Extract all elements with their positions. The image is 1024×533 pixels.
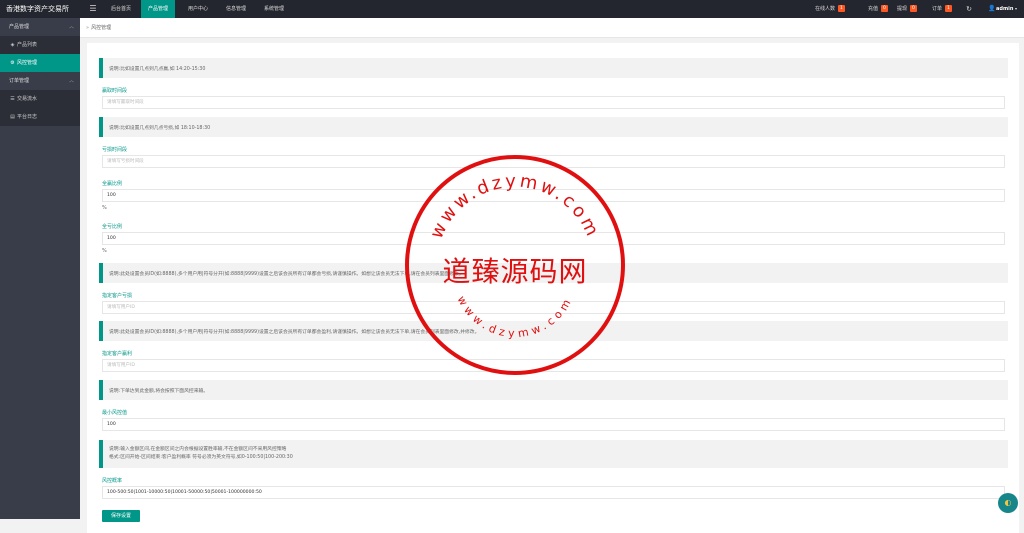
sidebar-item-product-list[interactable]: ◈ 产品列表 bbox=[0, 36, 80, 54]
nav-info[interactable]: 信息管理 bbox=[219, 0, 253, 18]
status-badge: 1 bbox=[838, 5, 845, 12]
min-risk-input[interactable] bbox=[102, 418, 1005, 431]
chevron-up-icon: ︿ bbox=[68, 24, 74, 30]
nav-dashboard[interactable]: 后台首页 bbox=[104, 0, 138, 18]
note-designated-profit: 说明:此处设置会员ID(如:8888),多个用户用|符号分开(如:8888|99… bbox=[99, 321, 1008, 341]
top-bar: 香港数字资产交易所 ☰ 后台首页 产品管理 用户中心 信息管理 系统管理 在线人… bbox=[0, 0, 1024, 18]
status-badge: 1 bbox=[945, 5, 952, 12]
sidebar-group-orders[interactable]: 订单管理 ︿ bbox=[0, 72, 80, 90]
sidebar-item-transactions[interactable]: ☰ 交易流水 bbox=[0, 90, 80, 108]
status-badge: 0 bbox=[910, 5, 917, 12]
sidebar-group-products[interactable]: 产品管理 ︿ bbox=[0, 18, 80, 36]
note-designated-loss: 说明:此处设置会员ID(如:8888),多个用户用|符号分开(如:8888|99… bbox=[99, 263, 1008, 283]
breadcrumb: » 风控管理 bbox=[80, 18, 1024, 38]
note-loss-period: 说明:比如设置几点到几点亏损,如 18:10-18:30 bbox=[99, 117, 1008, 137]
label-risk-probability: 风控概率 bbox=[102, 478, 123, 484]
status-online[interactable]: 在线人数 1 bbox=[815, 0, 845, 18]
gear-icon: ⚙ bbox=[10, 60, 15, 66]
sidebar-item-platform-log[interactable]: ▤ 平台日志 bbox=[0, 108, 80, 126]
sidebar: 产品管理 ︿ ◈ 产品列表 ⚙ 风控管理 订单管理 ︿ ☰ 交易流水 ▤ 平台日志 bbox=[0, 18, 80, 519]
save-button[interactable]: 保存设置 bbox=[102, 510, 140, 522]
status-recharge[interactable]: 充值 0 bbox=[868, 0, 888, 18]
label-win-period: 赢取时间段 bbox=[102, 88, 128, 94]
nav-system[interactable]: 系统管理 bbox=[257, 0, 291, 18]
label-loss-ratio: 全亏比例 bbox=[102, 224, 123, 230]
designated-loss-input[interactable] bbox=[102, 301, 1005, 314]
status-badge: 0 bbox=[881, 5, 888, 12]
label-win-ratio: 全赢比例 bbox=[102, 181, 123, 187]
app-title: 香港数字资产交易所 bbox=[6, 5, 69, 13]
win-ratio-input[interactable] bbox=[102, 189, 1005, 202]
chevron-up-icon: ︿ bbox=[68, 78, 74, 84]
label-designated-loss: 指定客户亏损 bbox=[102, 293, 133, 299]
note-min-risk: 说明:下单达到此金额,将会按照下面风控来输。 bbox=[99, 380, 1008, 400]
chat-icon[interactable]: ◐ bbox=[998, 493, 1018, 513]
status-withdraw[interactable]: 提现 0 bbox=[897, 0, 917, 18]
chevron-right-icon: » bbox=[86, 25, 90, 31]
designated-profit-input[interactable] bbox=[102, 359, 1005, 372]
user-name[interactable]: admin bbox=[996, 0, 1013, 18]
nav-users[interactable]: 用户中心 bbox=[181, 0, 215, 18]
label-designated-profit: 指定客户赢利 bbox=[102, 351, 133, 357]
layers-icon: ◈ bbox=[10, 42, 15, 48]
risk-probability-input[interactable] bbox=[102, 486, 1005, 499]
sidebar-item-risk-control[interactable]: ⚙ 风控管理 bbox=[0, 54, 80, 72]
status-orders[interactable]: 订单 1 bbox=[932, 0, 952, 18]
note-win-period: 说明:比如设置几点到几点赢,如 14:20-15:30 bbox=[99, 58, 1008, 78]
win-period-input[interactable] bbox=[102, 96, 1005, 109]
chevron-down-icon[interactable]: ▾ bbox=[1015, 0, 1017, 18]
loss-period-input[interactable] bbox=[102, 155, 1005, 168]
loss-ratio-input[interactable] bbox=[102, 232, 1005, 245]
nav-products[interactable]: 产品管理 bbox=[141, 0, 176, 18]
label-loss-period: 亏损时间段 bbox=[102, 147, 128, 153]
document-icon: ▤ bbox=[10, 114, 15, 120]
win-ratio-unit: % bbox=[102, 205, 107, 211]
risk-control-form: 说明:比如设置几点到几点赢,如 14:20-15:30 赢取时间段 说明:比如设… bbox=[87, 43, 1019, 533]
note-risk-probability: 说明:输入金额区间,在金额区间之内会根据设置胜率输,不在金额区间不采用风控策略 … bbox=[99, 440, 1008, 468]
refresh-icon[interactable]: ↻ bbox=[964, 4, 974, 14]
user-icon: 👤 bbox=[988, 5, 996, 12]
list-icon: ☰ bbox=[10, 96, 15, 102]
menu-toggle-icon[interactable]: ☰ bbox=[88, 4, 98, 14]
label-min-risk: 最小风控值 bbox=[102, 410, 128, 416]
loss-ratio-unit: % bbox=[102, 248, 107, 254]
